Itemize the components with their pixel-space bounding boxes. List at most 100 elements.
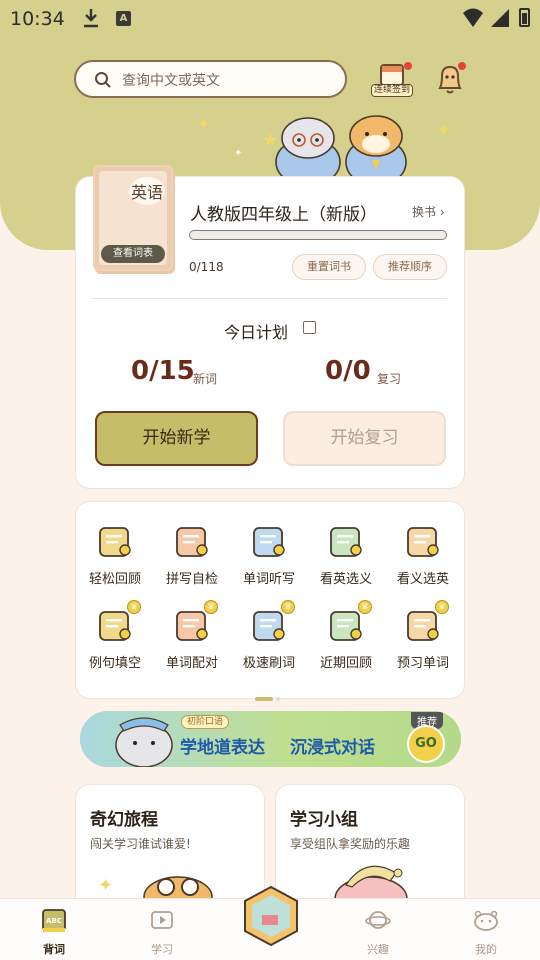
rocket-icon: ♛: [249, 600, 295, 646]
book-cover-title: 英语: [128, 177, 165, 205]
function-label: 例句填空: [88, 656, 141, 671]
banner-tag: 初阶口语: [181, 715, 230, 729]
checkin-label: 连续签到: [371, 84, 413, 97]
scroll-icon: ♛: [95, 600, 141, 646]
function-open-book[interactable]: ♛ 预习单词: [385, 600, 461, 671]
tab-profile[interactable]: 我的: [456, 907, 516, 957]
sparkle-icon: ✦: [436, 120, 452, 141]
function-flashcard-en[interactable]: 看英选义: [308, 522, 384, 587]
study-group-card[interactable]: 学习小组 享受组队拿奖励的乐趣: [276, 785, 464, 915]
notification-dot: [458, 62, 466, 70]
vip-crown-icon: ♛: [204, 600, 218, 614]
notification-button[interactable]: [432, 62, 468, 96]
function-label: 单词配对: [165, 656, 218, 671]
flashcard-en-icon: [326, 522, 366, 562]
banner-line2: 沉浸式对话: [290, 738, 375, 758]
new-words-label: 新词: [193, 372, 218, 386]
signal-icon: [491, 9, 509, 27]
book-title: 人教版四年级上（新版）: [190, 205, 377, 225]
new-words-count: 0/15: [131, 356, 195, 386]
tab-label: 兴趣: [367, 943, 389, 956]
card-title: 学习小组: [290, 810, 358, 830]
function-headphones[interactable]: ♛ 近期回顾: [308, 600, 384, 671]
change-book-link[interactable]: 换书 ›: [412, 203, 445, 220]
status-bar: 10:34 A: [0, 0, 540, 38]
function-rocket[interactable]: ♛ 极速刷词: [231, 600, 307, 671]
download-icon: [84, 9, 98, 28]
function-label: 近期回顾: [319, 656, 372, 671]
search-placeholder: 查询中文或英文: [122, 73, 220, 89]
function-label: 预习单词: [396, 656, 449, 671]
bottom-nav: ABC 背词 学习 兴趣 我的: [0, 885, 540, 960]
tab-label: 我的: [475, 943, 497, 956]
notification-dot: [404, 62, 412, 70]
video-icon: [151, 911, 173, 929]
page-indicator: [255, 686, 283, 705]
hamster-mascots-illustration: [275, 115, 407, 182]
review-label: 复习: [377, 372, 402, 386]
function-magnifier[interactable]: 拼写自检: [154, 522, 230, 587]
tab-label: 背词: [43, 943, 65, 956]
tab-words[interactable]: ABC 背词: [24, 907, 84, 957]
planet-icon: [365, 911, 391, 929]
book-progress-bar: [189, 230, 447, 240]
view-words-button[interactable]: 查看词表: [101, 245, 165, 263]
calendar-icon: [95, 522, 135, 562]
start-review-button[interactable]: 开始复习: [283, 411, 446, 466]
function-label: 轻松回顾: [88, 572, 141, 587]
vip-crown-icon: ♛: [127, 600, 141, 614]
divider: [92, 298, 447, 299]
start-new-button[interactable]: 开始新学: [95, 411, 258, 466]
magnifier-icon: [172, 522, 212, 562]
go-button[interactable]: GO: [407, 725, 445, 763]
puzzle-icon: ♛: [172, 600, 218, 646]
clipboard-icon: [249, 522, 289, 562]
calendar-icon: [380, 64, 404, 86]
flashcard-cn-icon: [403, 522, 443, 562]
edit-icon[interactable]: [303, 321, 316, 334]
search-icon: [95, 72, 111, 88]
center-room-button-icon[interactable]: [242, 885, 300, 947]
order-button[interactable]: 推荐顺序: [373, 254, 447, 280]
wifi-icon: [463, 8, 483, 27]
chevron-right-icon: ›: [439, 205, 445, 219]
tab-interest[interactable]: 兴趣: [348, 907, 408, 957]
sparkle-icon: ✦: [98, 875, 114, 896]
svg-text:ABC: ABC: [46, 917, 62, 925]
speaking-course-banner[interactable]: 初阶口语 学地道表达 沉浸式对话 推荐 GO: [80, 711, 461, 767]
accessibility-icon: A: [116, 11, 131, 26]
search-input[interactable]: 查询中文或英文: [74, 60, 347, 98]
banner-indicator: [337, 759, 365, 767]
function-clipboard[interactable]: 单词听写: [231, 522, 307, 587]
vip-crown-icon: ♛: [358, 600, 372, 614]
card-subtitle: 闯关学习谁试谁爱!: [90, 837, 191, 851]
checkin-button[interactable]: 连续签到: [371, 62, 413, 98]
vip-crown-icon: ♛: [281, 600, 295, 614]
function-puzzle[interactable]: ♛ 单词配对: [154, 600, 230, 671]
function-label: 极速刷词: [242, 656, 295, 671]
progress-count: 0/118: [189, 260, 224, 274]
open-book-icon: ♛: [403, 600, 449, 646]
function-label: 单词听写: [242, 572, 295, 587]
battery-icon: [519, 8, 530, 27]
status-time: 10:34: [10, 8, 65, 30]
function-calendar[interactable]: 轻松回顾: [77, 522, 153, 587]
tab-study[interactable]: 学习: [132, 907, 192, 957]
reset-book-button[interactable]: 重置词书: [292, 254, 366, 280]
today-plan-title: 今日计划: [224, 323, 289, 342]
book-cover[interactable]: 英语 查看词表: [93, 165, 173, 271]
vip-crown-icon: ♛: [435, 600, 449, 614]
sparkle-icon: ✦: [234, 148, 243, 159]
goggles-illustration: [143, 876, 213, 901]
review-count: 0/0: [325, 356, 371, 386]
function-flashcard-cn[interactable]: 看义选英: [385, 522, 461, 587]
function-scroll[interactable]: ♛ 例句填空: [77, 600, 153, 671]
sparkle-icon: ✦: [196, 114, 212, 135]
headphones-icon: ♛: [326, 600, 372, 646]
banner-line1: 学地道表达: [180, 738, 265, 758]
card-subtitle: 享受组队拿奖励的乐趣: [290, 837, 411, 851]
hamster-mascot-illustration: [115, 717, 173, 767]
fantasy-journey-card[interactable]: 奇幻旅程 闯关学习谁试谁爱! ✦: [76, 785, 264, 915]
tab-label: 学习: [151, 943, 173, 956]
abc-book-icon: ABC: [42, 909, 66, 932]
